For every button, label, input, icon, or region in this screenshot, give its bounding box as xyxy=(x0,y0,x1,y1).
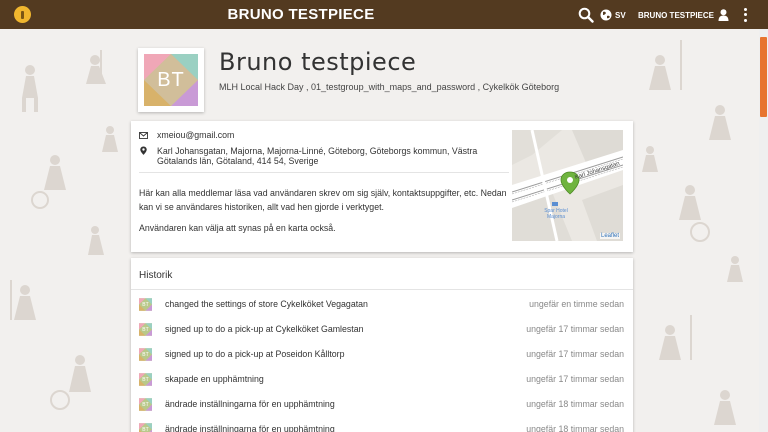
email-row: xmeiou@gmail.com xyxy=(139,130,234,140)
user-menu-button[interactable]: BRUNO TESTPIECE xyxy=(638,7,729,23)
history-item: BT signed up to do a pick-up at Cykelkök… xyxy=(139,323,625,337)
map-poi-label: Spar Hotel Majorna xyxy=(544,208,568,220)
history-avatar-initials: BT xyxy=(142,401,149,408)
map-marker-icon xyxy=(140,146,147,155)
history-text: skapade en upphämtning xyxy=(165,374,264,384)
history-avatar: BT xyxy=(139,323,152,336)
location-map[interactable]: Karl Johansgatan Spar Hotel Majorna Leaf… xyxy=(512,130,623,241)
map-attribution-link[interactable]: Leaflet xyxy=(599,233,620,239)
language-selector[interactable]: SV xyxy=(600,7,626,23)
search-icon[interactable] xyxy=(578,7,594,23)
history-avatar: BT xyxy=(139,423,152,432)
profile-name: Bruno testpiece xyxy=(219,48,417,76)
history-text: ändrade inställningarna för en upphämtni… xyxy=(165,399,335,409)
user-name-label: BRUNO TESTPIECE xyxy=(638,10,715,20)
top-navigation-bar: BRUNO TESTPIECE SV BRUNO TESTPIECE xyxy=(0,0,768,29)
profile-avatar: BT xyxy=(138,48,204,112)
history-time: ungefär 18 timmar sedan xyxy=(526,399,624,409)
language-label: SV xyxy=(615,10,626,20)
history-avatar-initials: BT xyxy=(142,426,149,432)
globe-icon xyxy=(600,9,612,21)
address-row: Karl Johansgatan, Majorna, Majorna-Linné… xyxy=(139,146,489,166)
avatar-image: BT xyxy=(144,54,198,106)
profile-groups: MLH Local Hack Day , 01_testgroup_with_m… xyxy=(219,82,560,92)
history-avatar: BT xyxy=(139,398,152,411)
divider xyxy=(131,289,633,290)
history-item: BT ändrade inställningarna för en upphäm… xyxy=(139,423,625,432)
history-time: ungefär 17 timmar sedan xyxy=(526,324,624,334)
history-avatar: BT xyxy=(139,348,152,361)
avatar-initials: BT xyxy=(157,68,185,91)
history-text: ändrade inställningarna för en upphämtni… xyxy=(165,424,335,432)
history-time: ungefär 18 timmar sedan xyxy=(526,424,624,432)
page-scrollbar[interactable] xyxy=(759,29,768,432)
history-time: ungefär en timme sedan xyxy=(529,299,624,309)
history-avatar-initials: BT xyxy=(142,326,149,333)
history-avatar: BT xyxy=(139,373,152,386)
history-time: ungefär 17 timmar sedan xyxy=(526,374,624,384)
history-text: changed the settings of store Cykelköket… xyxy=(165,299,368,309)
envelope-icon xyxy=(139,131,148,139)
email-text[interactable]: xmeiou@gmail.com xyxy=(157,130,234,140)
app-title: BRUNO TESTPIECE xyxy=(227,6,375,23)
history-title: Historik xyxy=(139,270,173,281)
history-avatar-initials: BT xyxy=(142,351,149,358)
profile-description: Här kan alla meddlemar läsa vad användar… xyxy=(139,188,507,212)
history-avatar-initials: BT xyxy=(142,301,149,308)
history-avatar-initials: BT xyxy=(142,376,149,383)
history-text: signed up to do a pick-up at Poseidon Kå… xyxy=(165,349,345,359)
history-item: BT skapade en upphämtning ungefär 17 tim… xyxy=(139,373,625,387)
scrollbar-thumb[interactable] xyxy=(760,37,767,117)
profile-map-note: Användaren kan välja att synas på en kar… xyxy=(139,223,336,233)
history-card: Historik BT changed the settings of stor… xyxy=(131,258,633,432)
history-avatar: BT xyxy=(139,298,152,311)
more-menu-icon[interactable] xyxy=(741,7,749,23)
history-item: BT ändrade inställningarna för en upphäm… xyxy=(139,398,625,412)
address-text: Karl Johansgatan, Majorna, Majorna-Linné… xyxy=(157,146,478,166)
history-text: signed up to do a pick-up at Cykelköket … xyxy=(165,324,364,334)
history-time: ungefär 17 timmar sedan xyxy=(526,349,624,359)
history-item: BT signed up to do a pick-up at Poseidon… xyxy=(139,348,625,362)
divider xyxy=(139,172,509,173)
profile-info-card: xmeiou@gmail.com Karl Johansgatan, Major… xyxy=(131,121,633,252)
user-icon xyxy=(718,9,729,21)
history-item: BT changed the settings of store Cykelkö… xyxy=(139,298,625,312)
